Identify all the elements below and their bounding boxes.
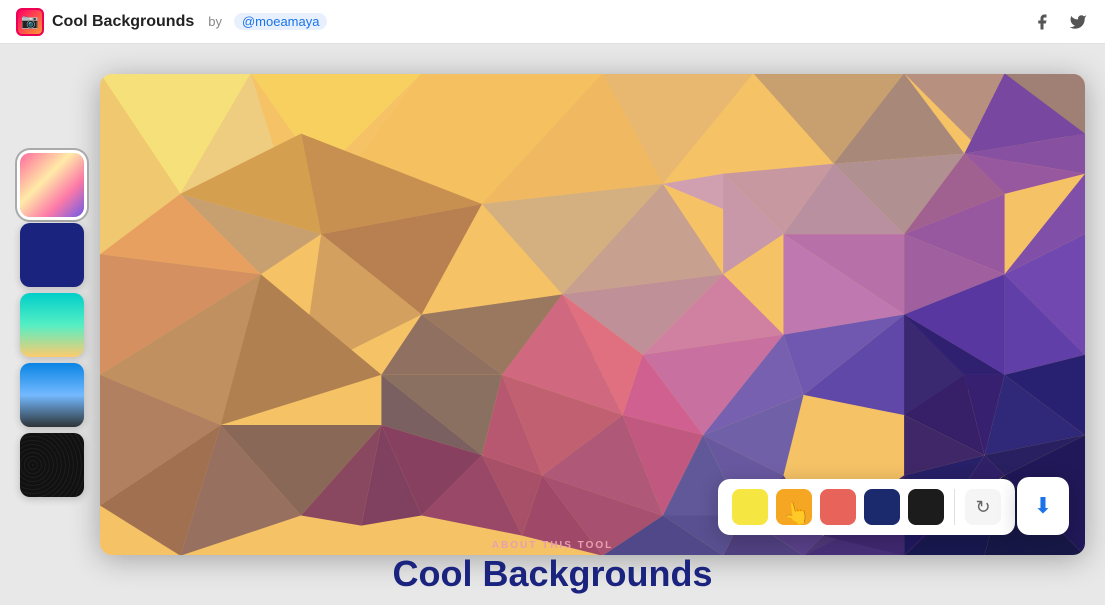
social-links <box>1031 11 1089 33</box>
by-label: by <box>208 14 222 29</box>
logo-icon: 📷 <box>16 8 44 36</box>
sidebar-item-noise[interactable] <box>20 433 84 497</box>
about-label: ABOUT THIS TOOL <box>392 540 712 551</box>
logo-emoji: 📷 <box>21 13 38 30</box>
site-title: Cool Backgrounds <box>52 13 194 31</box>
footer-title: Cool Backgrounds <box>392 553 712 595</box>
color-swatch-orange[interactable] <box>776 489 812 525</box>
sidebar-item-gradient-green[interactable] <box>20 293 84 357</box>
username-link[interactable]: @moeamaya <box>234 13 328 30</box>
canvas-preview: ↻ 👆 ⬇ <box>100 74 1085 555</box>
sidebar-item-trianglify[interactable]: Trianglify Colorful abstract triangles <box>20 153 84 217</box>
footer-area: ABOUT THIS TOOL Cool Backgrounds <box>392 540 712 595</box>
palette-toolbar: ↻ <box>718 479 1015 535</box>
facebook-icon[interactable] <box>1031 11 1053 33</box>
color-swatch-salmon[interactable] <box>820 489 856 525</box>
download-button[interactable]: ⬇ <box>1017 477 1069 535</box>
main-area: Trianglify Colorful abstract triangles <box>0 44 1105 605</box>
twitter-icon[interactable] <box>1067 11 1089 33</box>
logo: 📷 Cool Backgrounds by @moeamaya <box>16 8 327 36</box>
header: 📷 Cool Backgrounds by @moeamaya <box>0 0 1105 44</box>
sidebar: Trianglify Colorful abstract triangles <box>20 153 84 497</box>
color-swatch-black[interactable] <box>908 489 944 525</box>
sidebar-item-dark-blue[interactable] <box>20 223 84 287</box>
color-swatch-yellow[interactable] <box>732 489 768 525</box>
palette-divider <box>954 489 955 525</box>
refresh-button[interactable]: ↻ <box>965 489 1001 525</box>
sidebar-item-gradient-blue[interactable] <box>20 363 84 427</box>
color-swatch-navy[interactable] <box>864 489 900 525</box>
